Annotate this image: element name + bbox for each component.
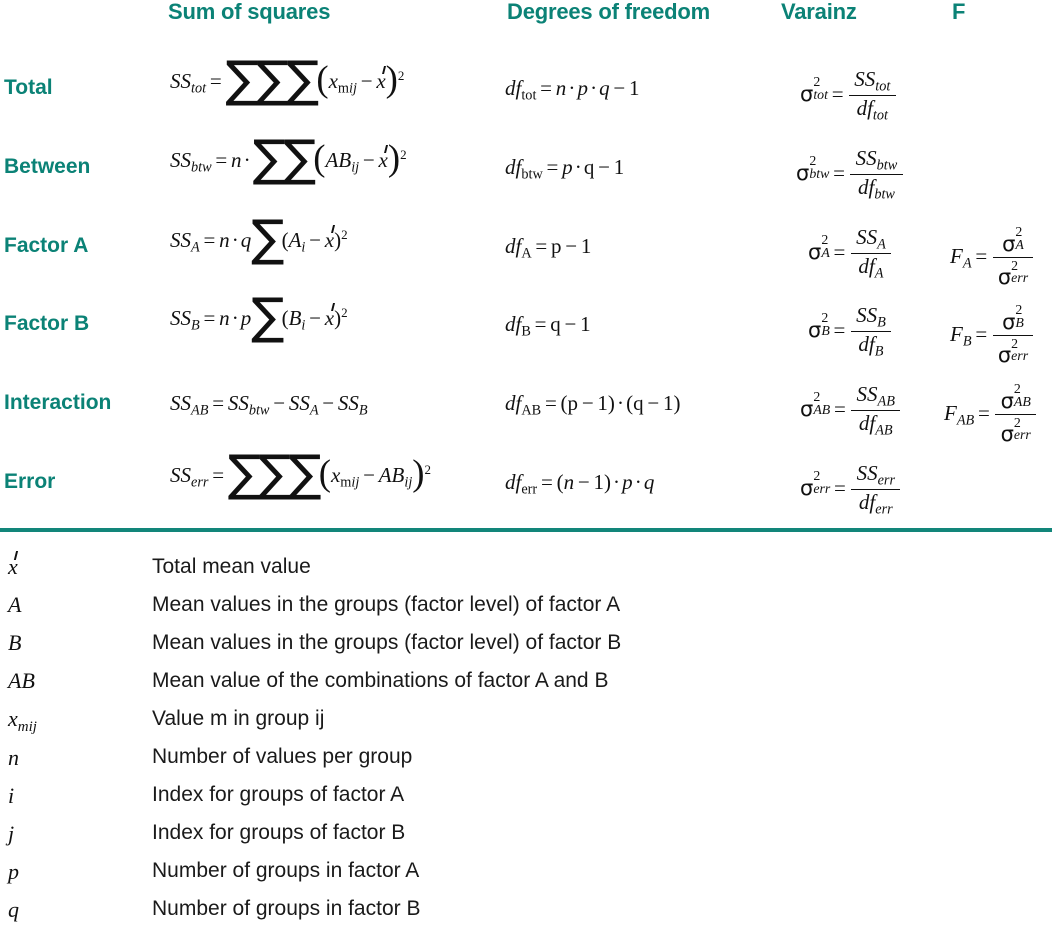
row-label-factor-a: Factor A xyxy=(4,234,89,257)
formula-f-factor-b: FB = σ 2 Bσ 2 err xyxy=(950,303,1035,368)
legend-symbol-n: n xyxy=(8,745,19,770)
formula-ss-interaction: SSAB = SSbtw − SSA − SSB xyxy=(170,391,368,419)
legend-description-a: Mean values in the groups (factor level)… xyxy=(152,593,621,616)
row-label-factor-b: Factor B xyxy=(4,312,90,335)
column-header-degrees-of-freedom: Degrees of freedom xyxy=(507,0,711,24)
legend-description-x-bar: Total mean value xyxy=(152,555,311,578)
formula-variance-total: σ 2 tot = SStot dftot xyxy=(800,67,897,124)
column-header-f: F xyxy=(952,0,966,24)
legend-description-x-mij: Value m in group ij xyxy=(152,707,325,730)
formula-variance-error: σ 2 err = SSerr dferr xyxy=(800,461,902,518)
legend-description-ab: Mean value of the combinations of factor… xyxy=(152,669,609,692)
legend-symbol-x-mij: xmij xyxy=(8,706,37,735)
legend-description-q: Number of groups in factor B xyxy=(152,897,421,920)
row-label-between: Between xyxy=(4,155,91,178)
column-header-varainz: Varainz xyxy=(781,0,857,24)
legend-symbol-j: j xyxy=(8,821,15,846)
row-label-error: Error xyxy=(4,470,56,493)
legend-description-b: Mean values in the groups (factor level)… xyxy=(152,631,622,654)
formula-df-error: dferr = (n −1)·p·q xyxy=(505,470,655,498)
formula-df-factor-b: dfB = q −1 xyxy=(505,312,591,340)
legend-description-n: Number of values per group xyxy=(152,745,413,768)
formula-f-factor-a: FA = σ 2 Aσ 2 err xyxy=(950,225,1035,290)
legend-symbol-i: i xyxy=(8,783,15,808)
formula-df-factor-a: dfA = p −1 xyxy=(505,234,592,262)
formula-ss-error: SSerr =∑∑∑(xmij − ABij)2 xyxy=(170,443,432,502)
legend-symbol-p: p xyxy=(8,859,19,884)
formula-variance-between: σ 2 btw = SSbtw dfbtw xyxy=(796,146,904,203)
legend-symbol-a: A xyxy=(8,592,22,617)
row-label-total: Total xyxy=(4,76,53,99)
legend-symbol-ab: AB xyxy=(8,668,35,693)
formula-df-total: dftot = n·p·q −1 xyxy=(505,76,640,104)
column-header-sum-of-squares: Sum of squares xyxy=(168,0,331,24)
formula-ss-factor-b: SSB = n·p∑(Bi − x)2 xyxy=(170,286,348,345)
formula-df-between: dfbtw = p·q −1 xyxy=(505,155,625,183)
section-divider xyxy=(0,528,1052,532)
formula-variance-interaction: σ 2 AB = SSAB dfAB xyxy=(800,382,902,439)
formula-ss-between: SSbtw = n·∑∑(ABij − x)2 xyxy=(170,128,407,187)
formula-ss-total: SStot =∑∑∑(xmij − x)2 xyxy=(170,49,405,108)
formula-variance-factor-a: σ 2 A = SSA dfA xyxy=(808,225,893,282)
legend-symbol-q: q xyxy=(8,897,19,922)
row-label-interaction: Interaction xyxy=(4,391,112,414)
legend-symbol-b: B xyxy=(8,630,22,655)
legend-description-j: Index for groups of factor B xyxy=(152,821,406,844)
formula-variance-factor-b: σ 2 B = SSB dfB xyxy=(808,303,893,360)
legend-symbol-x-bar: x xyxy=(8,554,18,579)
formula-ss-factor-a: SSA = n·q∑(Ai − x)2 xyxy=(170,208,348,267)
legend-description-p: Number of groups in factor A xyxy=(152,859,420,882)
formula-df-interaction: dfAB = (p −1)·(q −1) xyxy=(505,391,681,419)
legend-description-i: Index for groups of factor A xyxy=(152,783,405,806)
formula-f-interaction: FAB = σ 2 AB σ 2 err xyxy=(944,382,1038,447)
